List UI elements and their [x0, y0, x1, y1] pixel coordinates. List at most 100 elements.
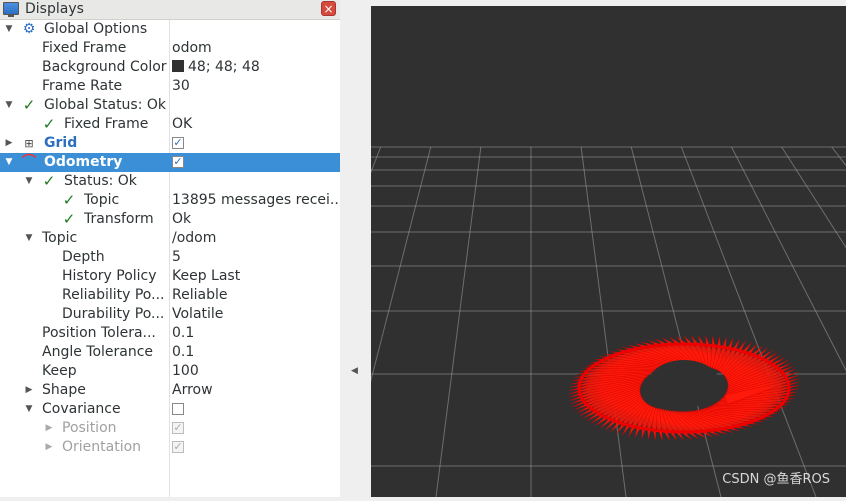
prop-label: Angle Tolerance	[42, 344, 154, 360]
collapse-arrow-icon[interactable]: ▶	[44, 419, 54, 438]
odometry-enable-checkbox[interactable]: ✓	[172, 156, 184, 168]
tree-row-cov-position[interactable]: ▶ Position ✓	[0, 419, 340, 438]
ok-check-icon: ✓	[42, 115, 56, 133]
tree-row-reliability-policy[interactable]: Reliability Po... Reliable	[0, 286, 340, 305]
prop-label: Depth	[62, 249, 105, 265]
displays-panel: Displays × ▼ ⚙ Global Options Fixed Fram…	[0, 0, 340, 497]
panel-splitter[interactable]: ◀	[340, 0, 371, 497]
prop-label: Frame Rate	[42, 78, 123, 94]
prop-label: Fixed Frame	[42, 40, 127, 56]
tree-row-grid[interactable]: ▶ ⊞ Grid ✓	[0, 134, 340, 153]
grid-line	[435, 146, 482, 498]
cov-position-checkbox[interactable]: ✓	[172, 422, 184, 434]
tree-row-status-fixed-frame[interactable]: ✓ Fixed Frame OK	[0, 115, 340, 134]
prop-value[interactable]: 100	[172, 362, 338, 381]
color-swatch[interactable]	[172, 60, 184, 72]
expand-arrow-icon[interactable]: ▼	[4, 153, 14, 172]
grid-line	[580, 146, 627, 498]
expand-arrow-icon[interactable]: ▼	[4, 96, 14, 115]
prop-value[interactable]: 30	[172, 77, 338, 96]
tree-row-position-tolerance[interactable]: Position Tolera... 0.1	[0, 324, 340, 343]
prop-label: Topic	[84, 192, 120, 208]
prop-label: Status: Ok	[64, 173, 137, 189]
prop-label: Grid	[44, 135, 78, 151]
tree-row-status-topic[interactable]: ✓ Topic 13895 messages recei...	[0, 191, 340, 210]
tree-row-background-color[interactable]: Background Color 48; 48; 48	[0, 58, 340, 77]
prop-value[interactable]: Keep Last	[172, 267, 338, 286]
prop-value: 13895 messages recei...	[172, 192, 338, 208]
tree-row-keep[interactable]: Keep 100	[0, 362, 340, 381]
ground-grid	[0, 146, 846, 498]
tree-row-depth[interactable]: Depth 5	[0, 248, 340, 267]
prop-label: Background Color	[42, 59, 167, 75]
grid-line	[781, 146, 846, 249]
prop-label: Transform	[84, 211, 154, 227]
grid-line	[340, 146, 432, 498]
prop-value[interactable]: Reliable	[172, 286, 338, 305]
panel-title: Displays	[25, 1, 84, 17]
collapse-arrow-icon[interactable]: ▶	[24, 381, 34, 400]
grid-line	[831, 146, 846, 167]
collapse-arrow-icon[interactable]: ▶	[4, 134, 14, 153]
prop-value[interactable]: 48; 48; 48	[172, 58, 338, 77]
grid-enable-checkbox[interactable]: ✓	[172, 137, 184, 149]
expand-arrow-icon[interactable]: ▼	[24, 400, 34, 419]
3d-viewport[interactable]: CSDN @鱼香ROS	[0, 6, 846, 498]
prop-label: Reliability Po...	[62, 287, 165, 303]
tree-row-cov-orientation[interactable]: ▶ Orientation ✓	[0, 438, 340, 457]
prop-value[interactable]: /odom	[172, 229, 338, 248]
tree-row-global-options[interactable]: ▼ ⚙ Global Options	[0, 20, 340, 39]
scene-canvas[interactable]	[0, 6, 846, 498]
tree-row-global-status[interactable]: ▼ ✓ Global Status: Ok	[0, 96, 340, 115]
monitor-icon	[3, 2, 19, 17]
tree-row-angle-tolerance[interactable]: Angle Tolerance 0.1	[0, 343, 340, 362]
ring-center	[648, 360, 720, 408]
prop-label: Covariance	[42, 401, 121, 417]
prop-value: Ok	[172, 211, 192, 227]
tree-row-status-ok[interactable]: ▼ ✓ Status: Ok	[0, 172, 340, 191]
prop-label: Global Status: Ok	[44, 97, 167, 113]
tree-row-shape[interactable]: ▶ Shape Arrow	[0, 381, 340, 400]
prop-label: Position	[62, 420, 117, 436]
close-button[interactable]: ×	[321, 1, 336, 16]
ok-check-icon: ✓	[62, 191, 76, 209]
grid-icon: ⊞	[24, 137, 34, 150]
odometry-arrows	[568, 335, 800, 441]
tree-row-frame-rate[interactable]: Frame Rate 30	[0, 77, 340, 96]
prop-value[interactable]: 5	[172, 248, 338, 267]
gear-icon: ⚙	[22, 21, 36, 37]
odometry-icon: ⌒	[22, 154, 36, 170]
tree-row-history-policy[interactable]: History Policy Keep Last	[0, 267, 340, 286]
prop-label: Topic	[42, 230, 78, 246]
tree-row-durability-policy[interactable]: Durability Po... Volatile	[0, 305, 340, 324]
prop-label: Shape	[42, 382, 86, 398]
ok-check-icon: ✓	[62, 210, 76, 228]
expand-arrow-icon[interactable]: ▼	[24, 229, 34, 248]
tree-row-status-transform[interactable]: ✓ Transform Ok	[0, 210, 340, 229]
prop-label: History Policy	[62, 268, 157, 284]
prop-value[interactable]: 0.1	[172, 343, 338, 362]
ok-check-icon: ✓	[22, 96, 36, 114]
ok-check-icon: ✓	[42, 172, 56, 190]
prop-value: OK	[172, 116, 193, 132]
grid-line	[245, 146, 382, 498]
tree-row-fixed-frame[interactable]: Fixed Frame odom	[0, 39, 340, 58]
prop-label: Keep	[42, 363, 77, 379]
prop-value[interactable]: Arrow	[172, 381, 338, 400]
cov-orientation-checkbox[interactable]: ✓	[172, 441, 184, 453]
collapse-arrow-icon[interactable]: ▶	[44, 438, 54, 457]
prop-label: Global Options	[44, 21, 148, 37]
expand-arrow-icon[interactable]: ▼	[24, 172, 34, 191]
prop-label: Position Tolera...	[42, 325, 156, 341]
prop-value[interactable]: 0.1	[172, 324, 338, 343]
grid-line	[630, 146, 722, 498]
covariance-checkbox[interactable]	[172, 403, 184, 415]
collapse-left-icon[interactable]: ◀	[351, 366, 358, 376]
tree-row-covariance[interactable]: ▼ Covariance	[0, 400, 340, 419]
tree-row-odometry[interactable]: ▼ ⌒ Odometry ✓	[0, 153, 340, 172]
prop-value[interactable]: odom	[172, 39, 338, 58]
prop-value[interactable]: Volatile	[172, 305, 338, 324]
expand-arrow-icon[interactable]: ▼	[4, 20, 14, 39]
tree-row-topic[interactable]: ▼ Topic /odom	[0, 229, 340, 248]
grid-line	[680, 146, 817, 498]
